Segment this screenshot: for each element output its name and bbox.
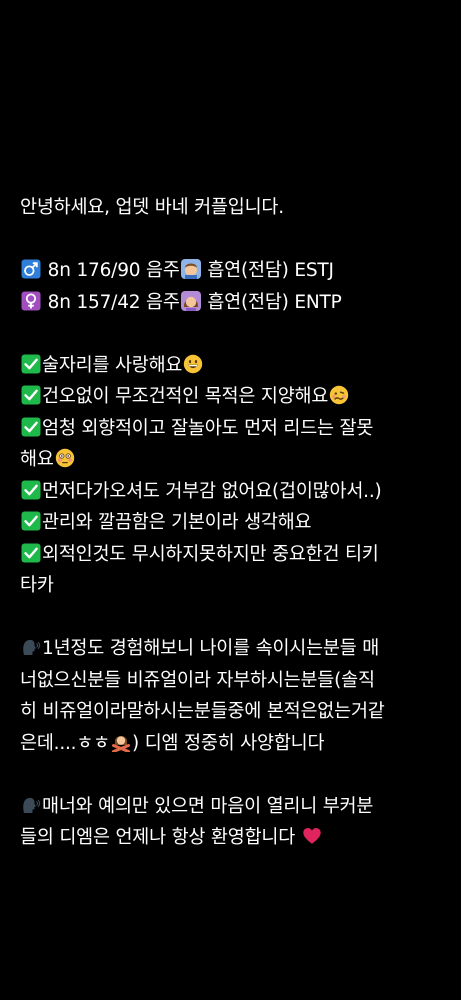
paragraph-1-line-1: 1년정도 경험해보니 나이를 속이시는분들 매 xyxy=(20,633,448,665)
female-sign-icon xyxy=(21,291,41,311)
paragraph-2-text-1: 매너와 예의만 있으면 마음이 열리니 부커분 xyxy=(42,795,374,817)
speaking-head-icon xyxy=(21,795,41,815)
male-sign-icon xyxy=(21,259,41,279)
check-mark-icon xyxy=(21,385,41,405)
female-info-a: 8n 157/42 음주 xyxy=(42,291,180,313)
paragraph-1-text-4b: ) 디엠 정중히 사양합니다 xyxy=(132,732,325,754)
check-text-3-cont: 해요 xyxy=(20,449,54,470)
check-item-2: 건오없이 무조건적인 목적은 지양해요 xyxy=(20,381,448,413)
paragraph-1-line-4: 은데....ㅎㅎ ) 디엠 정중히 사양합니다 xyxy=(20,728,448,760)
check-text-4: 먼저다가오셔도 거부감 없어요(겁이많아서..) xyxy=(42,480,382,502)
check-item-6-cont: 타카 xyxy=(20,570,448,602)
check-item-3: 엄청 외향적이고 잘놀아도 먼저 리드는 잘못 xyxy=(20,413,448,445)
paragraph-1-text-1: 1년정도 경험해보니 나이를 속이시는분들 매 xyxy=(42,638,380,659)
screen: { "post": { "greeting": "안녕하세요, 업뎃 바네 커플… xyxy=(0,0,461,1000)
check-item-6: 외적인것도 무시하지못하지만 중요한건 티키 xyxy=(20,539,448,571)
check-item-3-cont: 해요 xyxy=(20,444,448,476)
post-text: 안녕하세요, 업뎃 바네 커플입니다. 8n 176/90 음주 흡연(전담) … xyxy=(20,192,448,854)
red-heart-icon xyxy=(302,826,322,846)
paragraph-1-text-4a: 은데....ㅎㅎ xyxy=(20,732,111,754)
check-item-1: 술자리를 사랑해요 xyxy=(20,350,448,382)
greeting-line: 안녕하세요, 업뎃 바네 커플입니다. xyxy=(20,192,448,224)
check-text-5: 관리와 깔끔함은 기본이라 생각해요 xyxy=(42,512,312,533)
male-info-line: 8n 176/90 음주 흡연(전담) ESTJ xyxy=(20,255,448,287)
paragraph-2-text-2: 들의 디엠은 언제나 항상 환영합니다 xyxy=(20,827,301,848)
greeting-text: 안녕하세요, 업뎃 바네 커플입니다. xyxy=(20,197,284,218)
check-mark-icon xyxy=(21,480,41,500)
female-info-line: 8n 157/42 음주 흡연(전담) ENTP xyxy=(20,287,448,319)
check-item-5: 관리와 깔끔함은 기본이라 생각해요 xyxy=(20,507,448,539)
flushed-face-icon xyxy=(55,448,75,468)
male-info-b: 흡연(전담) ESTJ xyxy=(201,260,334,281)
check-text-1: 술자리를 사랑해요 xyxy=(42,354,183,376)
speaking-head-icon xyxy=(21,637,41,657)
paragraph-1-line-3: 히 비쥬얼이라말하시는분들중에 본적은없는거같 xyxy=(20,696,448,728)
check-mark-icon xyxy=(21,511,41,531)
check-text-3: 엄청 외향적이고 잘놀아도 먼저 리드는 잘못 xyxy=(42,417,374,439)
man-face-icon xyxy=(180,259,201,279)
check-mark-icon xyxy=(21,417,41,437)
check-text-6-cont: 타카 xyxy=(20,575,54,596)
paragraph-1-text-3: 히 비쥬얼이라말하시는분들중에 본적은없는거같 xyxy=(20,701,385,722)
male-info-a: 8n 176/90 음주 xyxy=(42,260,180,281)
paragraph-1-text-2: 너없으신분들 비쥬얼이라 자부하시는분들(솔직 xyxy=(20,669,375,691)
paragraph-1-line-2: 너없으신분들 비쥬얼이라 자부하시는분들(솔직 xyxy=(20,665,448,697)
check-mark-icon xyxy=(21,354,41,374)
woman-face-icon xyxy=(180,290,201,311)
paragraph-2-line-1: 매너와 예의만 있으면 마음이 열리니 부커분 xyxy=(20,791,448,823)
woozy-face-icon xyxy=(329,385,349,405)
check-text-6: 외적인것도 무시하지못하지만 중요한건 티키 xyxy=(42,543,379,565)
female-info-b: 흡연(전담) ENTP xyxy=(201,291,342,313)
paragraph-2-line-2: 들의 디엠은 언제나 항상 환영합니다 xyxy=(20,822,448,854)
check-mark-icon xyxy=(21,543,41,563)
check-item-4: 먼저다가오셔도 거부감 없어요(겁이많아서..) xyxy=(20,476,448,508)
grinning-face-icon xyxy=(183,354,203,374)
person-gesturing-no-icon xyxy=(111,732,131,752)
check-text-2: 건오없이 무조건적인 목적은 지양해요 xyxy=(42,386,329,407)
